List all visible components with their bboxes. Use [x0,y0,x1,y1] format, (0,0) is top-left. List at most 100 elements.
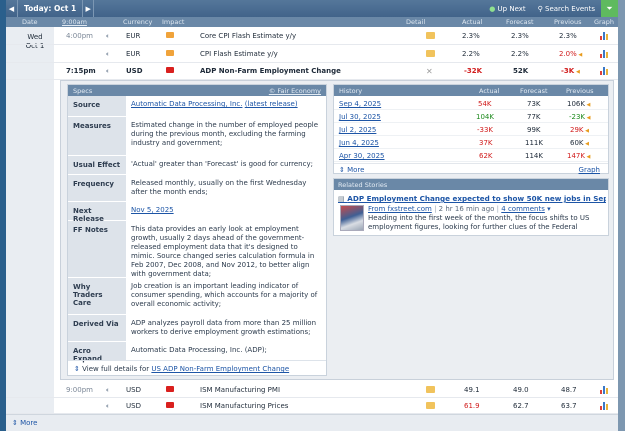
history-row[interactable]: Jul 30, 2025 104K 77K -23K ◀ [334,110,608,123]
col-impact: Impact [162,18,185,26]
footer-more-label: More [20,419,38,427]
spec-row-source: Source Automatic Data Processing, Inc. (… [68,96,326,116]
up-next-button[interactable]: ● Up Next [483,5,531,13]
calendar-panel: ◀ Today: Oct 1 ▶ ● Up Next ⚲ Search Even… [6,0,618,431]
spec-value: Estimated change in the number of employ… [131,121,319,147]
col-detail: Detail [406,18,426,26]
history-previous-value: 29K [570,126,584,134]
spec-row-frequency: Frequency Released monthly, usually on t… [68,175,326,201]
history-row[interactable]: Jul 2, 2025 -33K 99K 29K ◀ [334,123,608,136]
bar-chart-icon[interactable] [600,386,609,396]
history-forecast: 99K [527,126,541,134]
story-excerpt: Heading into the first week of the month… [368,214,590,231]
history-actual: -33K [477,126,494,134]
speaker-icon[interactable]: 🔈︎ [106,50,110,59]
view-full-link[interactable]: US ADP Non-Farm Employment Change [151,365,289,373]
bar-chart-icon[interactable] [600,402,609,412]
history-panel: History Actual Forecast Previous Sep 4, … [333,84,609,174]
event-title[interactable]: ISM Manufacturing Prices [200,402,288,410]
event-actual: -32K [464,67,483,75]
history-previous: 106K ◀ [567,100,590,108]
event-previous: 63.7 [561,402,577,410]
col-time[interactable]: 9:00am [62,18,87,26]
history-date[interactable]: Jul 30, 2025 [339,113,381,121]
event-currency: USD [126,67,143,75]
next-release-link[interactable]: Nov 5, 2025 [131,206,323,215]
speaker-icon[interactable]: 🔈︎ [106,32,110,41]
event-row[interactable]: 9:00pm 🔈︎ USD ISM Manufacturing PMI 49.1… [6,382,618,398]
today-label: Today: Oct 1 [24,4,77,13]
spec-key: Source [68,96,126,116]
event-currency: EUR [126,32,141,40]
latest-release-link[interactable]: (latest release) [245,100,298,108]
bar-chart-icon[interactable] [600,32,609,42]
impact-red-icon [166,402,174,410]
folder-icon[interactable] [426,386,435,395]
right-scroll-edge[interactable] [618,0,625,431]
event-actual: 49.1 [464,386,480,394]
history-header: History Actual Forecast Previous [334,85,608,96]
chevron-down-icon[interactable]: ▾ [545,205,551,213]
event-row[interactable]: 🔈︎ EUR CPI Flash Estimate y/y 2.2% 2.2% … [6,45,618,63]
history-row[interactable]: Jun 4, 2025 37K 111K 60K ◀ [334,136,608,149]
history-row[interactable]: Sep 4, 2025 54K 73K 106K ◀ [334,97,608,110]
history-date[interactable]: Jun 4, 2025 [339,139,379,147]
close-detail-icon[interactable]: ✕ [426,67,433,76]
spec-key: Next Release [68,202,126,223]
col-actual: Actual [462,18,483,26]
spec-value: This data provides an early look at empl… [131,225,315,278]
story-thumbnail[interactable] [340,205,364,231]
history-date[interactable]: Sep 4, 2025 [339,100,381,108]
date-column: Wed Oct 1 [6,27,54,414]
search-events-button[interactable]: ⚲ Search Events [532,5,601,13]
history-more-button[interactable]: ⇕ More [339,166,364,174]
story-comments[interactable]: 4 comments [501,205,545,213]
related-story-title[interactable]: ▤ ADP Employment Change expected to show… [338,194,606,203]
history-col-previous: Previous [566,87,594,95]
chevron-left-icon[interactable]: ◀ [6,0,18,17]
chevron-right-icon[interactable]: ▶ [82,0,95,17]
event-previous: 2.3% [559,32,577,40]
view-full-prefix: View full details for [82,365,150,373]
bar-chart-icon[interactable] [600,67,609,77]
footer-more-button[interactable]: ⇕ More [12,419,37,427]
event-previous-value: 2.0% [559,50,577,58]
specs-title: Specs [73,87,93,95]
history-date[interactable]: Apr 30, 2025 [339,152,385,160]
history-graph-link[interactable]: Graph [579,166,600,174]
spec-value: Released monthly, usually on the first W… [131,179,307,196]
speaker-icon[interactable]: 🔈︎ [106,67,110,76]
specs-panel: Specs © Fair Economy Source Automatic Da… [67,84,327,376]
filter-icon[interactable]: ⏷ [601,0,618,17]
history-row[interactable]: Apr 30, 2025 62K 114K 147K ◀ [334,149,608,162]
expand-icon: ⇕ [339,166,348,174]
event-currency: USD [126,402,141,410]
event-title[interactable]: Core CPI Flash Estimate y/y [200,32,296,40]
spec-value: Job creation is an important leading ind… [131,282,318,308]
folder-icon[interactable] [426,402,435,411]
story-source[interactable]: From fxstreet.com [368,205,432,213]
event-title[interactable]: ADP Non-Farm Employment Change [200,67,341,75]
history-forecast: 111K [525,139,543,147]
folder-icon[interactable] [426,32,435,41]
history-actual: 62K [479,152,493,160]
revised-icon: ◀ [585,115,591,121]
history-date[interactable]: Jul 2, 2025 [339,126,376,134]
speaker-icon[interactable]: 🔈︎ [106,386,110,395]
event-title[interactable]: ISM Manufacturing PMI [200,386,280,394]
related-story-title-text: ADP Employment Change expected to show 5… [347,194,606,203]
history-footer: ⇕ More Graph [334,163,608,174]
spec-row-why-traders-care: Why Traders Care Job creation is an impo… [68,278,326,314]
history-previous: 29K ◀ [570,126,589,134]
event-row[interactable]: 4:00pm 🔈︎ EUR Core CPI Flash Estimate y/… [6,27,618,45]
copyright-link[interactable]: © Fair Economy [269,87,321,95]
folder-icon[interactable] [426,50,435,59]
event-row-expanded[interactable]: 7:15pm 🔈︎ USD ADP Non-Farm Employment Ch… [6,62,618,80]
bar-chart-icon[interactable] [600,50,609,60]
spec-row-derived-via: Derived Via ADP analyzes payroll data fr… [68,315,326,341]
event-row[interactable]: 🔈︎ USD ISM Manufacturing Prices 61.9 62.… [6,398,618,414]
speaker-icon[interactable]: 🔈︎ [106,402,110,411]
search-icon: ⚲ [537,4,546,13]
source-link[interactable]: Automatic Data Processing, Inc. [131,100,242,108]
event-title[interactable]: CPI Flash Estimate y/y [200,50,278,58]
